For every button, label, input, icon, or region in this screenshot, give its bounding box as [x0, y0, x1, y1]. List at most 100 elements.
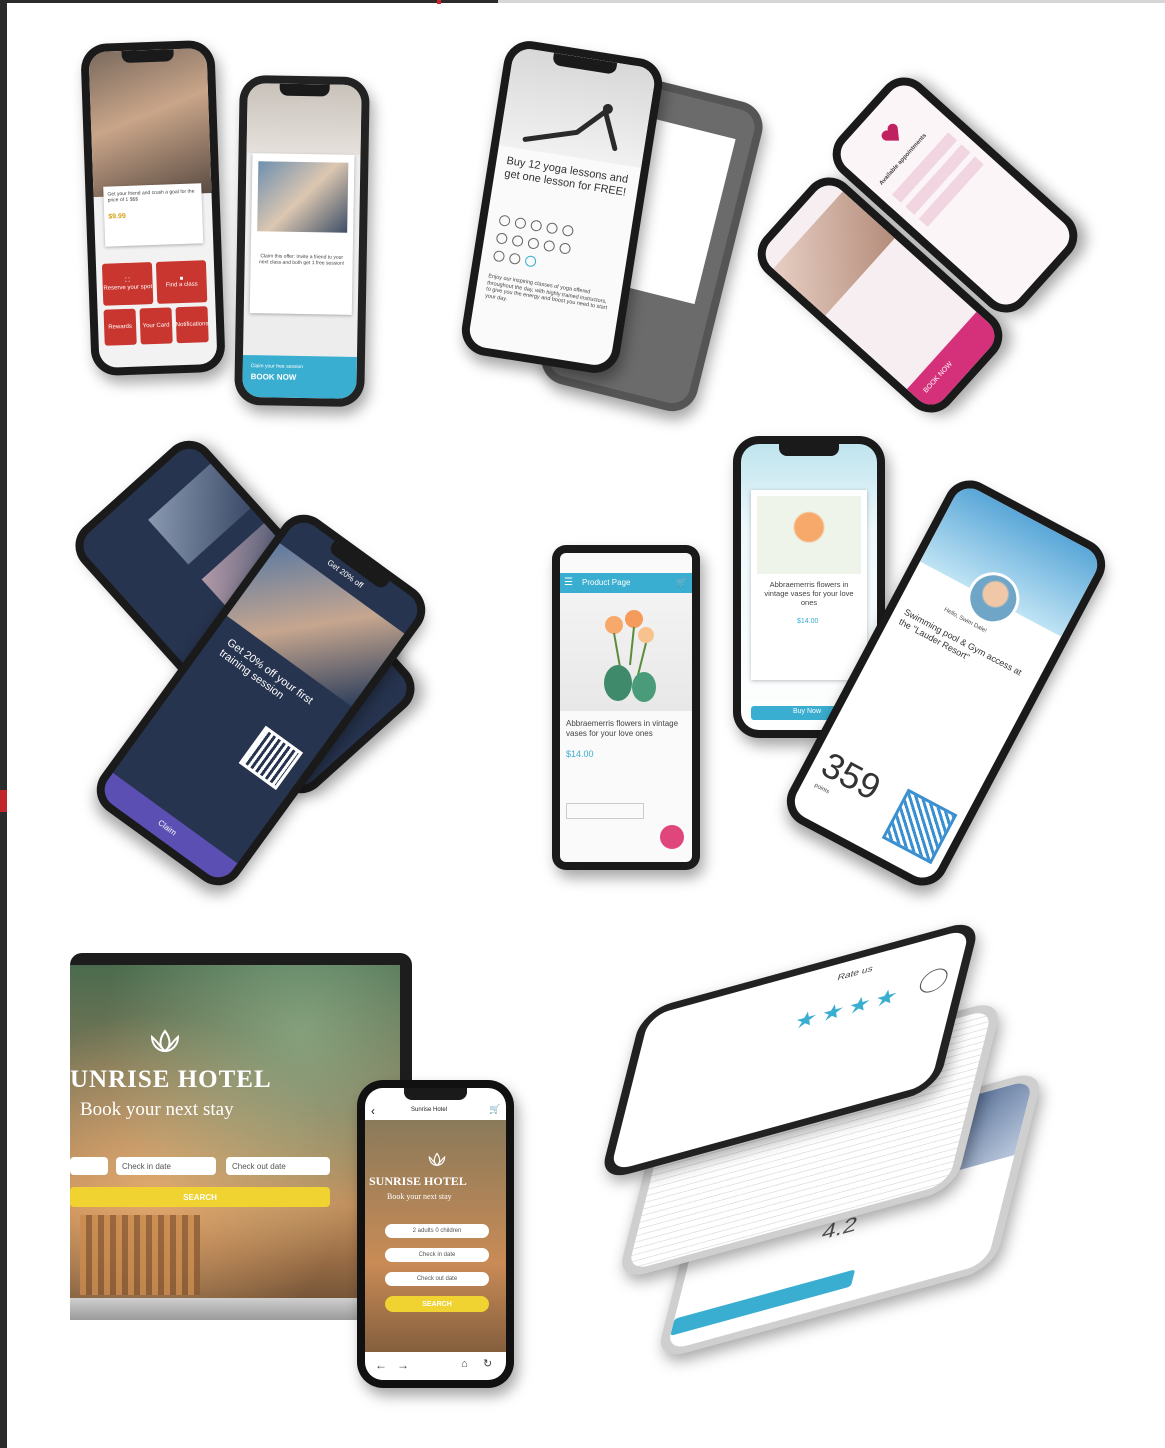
notch	[279, 83, 330, 97]
tile-label: Notifications	[175, 321, 209, 329]
product-price: $14.00	[566, 749, 594, 759]
check-out-field[interactable]: Check out date	[226, 1157, 330, 1175]
check-in-label: Check in date	[122, 1161, 171, 1171]
mobile-guests-field[interactable]: 2 adults 0 children	[385, 1224, 489, 1238]
stamp-dot	[511, 234, 524, 248]
stamp-dot	[524, 254, 537, 268]
stamp-dot	[498, 214, 511, 227]
top-bar-light	[498, 0, 1165, 3]
tile-rewards[interactable]: Rewards	[103, 308, 137, 346]
yoga-body: Enjoy our inspiring classes of yoga offe…	[484, 273, 608, 312]
spa-book-label: BOOK NOW	[922, 360, 954, 395]
stamp-dot	[542, 239, 556, 253]
hotel-brand: UNRISE HOTEL	[70, 1066, 272, 1093]
flowers-page-title: Product Page	[582, 578, 631, 587]
flowers-phone: ☰ Product Page 🛒 Abbraemerris flowers in…	[552, 545, 700, 870]
check-out-label: Check out date	[232, 1161, 286, 1171]
left-rail	[0, 0, 7, 1448]
add-to-cart-fab[interactable]	[660, 825, 684, 849]
mobile-search-button[interactable]: SEARCH	[385, 1296, 489, 1312]
gym-phone-front: Get your friend and crush a goal for the…	[80, 39, 226, 377]
flowers-appbar: ☰ Product Page 🛒	[560, 573, 692, 593]
cart-icon[interactable]: 🛒	[489, 1104, 500, 1115]
back-chevron-icon[interactable]: ‹	[371, 1104, 375, 1118]
tile-label: Reserve your spot	[103, 283, 153, 292]
back-arrow-icon[interactable]: ←	[375, 1358, 387, 1372]
stamp-dot	[508, 252, 522, 266]
forward-arrow-icon[interactable]: →	[397, 1358, 409, 1372]
gym-phone-back: Claim this offer: Invite a friend to you…	[234, 74, 370, 408]
tile-card[interactable]: Your Card	[139, 307, 173, 345]
tile-notifications[interactable]: Notifications	[175, 306, 209, 344]
stamp-dot	[558, 242, 572, 255]
stamp-dot	[561, 224, 575, 238]
mobile-check-out-field[interactable]: Check out date	[385, 1272, 489, 1286]
rating-stars-icon[interactable]: ★★★★	[791, 981, 905, 1035]
search-button[interactable]: SEARCH	[70, 1187, 330, 1207]
home-icon[interactable]: ⌂	[461, 1358, 468, 1371]
mobile-guests-label: 2 adults 0 children	[412, 1228, 462, 1234]
cart-icon[interactable]: 🛒	[676, 577, 687, 588]
quantity-stepper[interactable]	[566, 803, 644, 819]
rail-marker	[0, 790, 7, 812]
gym-photo	[88, 48, 212, 198]
deck-chair	[80, 1215, 200, 1295]
tile-find-class[interactable]: ■ Find a class	[155, 260, 208, 304]
tile-label: Find a class	[165, 281, 198, 289]
mobile-check-in-field[interactable]: Check in date	[385, 1248, 489, 1262]
heart-icon	[881, 123, 900, 141]
massage-photo	[773, 191, 895, 316]
points-value: 359	[815, 743, 888, 809]
book-now-caption: Claim your free session	[250, 363, 304, 371]
top-bar	[0, 0, 498, 3]
stamp-dot	[514, 216, 527, 230]
offer-text: Claim this offer: Invite a friend to you…	[258, 253, 345, 267]
hotel-tagline: Book your next stay	[80, 1099, 234, 1120]
hotel-phone-screen: ‹ Sunrise Hotel 🛒 SUNRISE HOTEL Book you…	[365, 1088, 506, 1380]
book-now-bar[interactable]: Claim your free session BOOK NOW	[242, 354, 357, 399]
gym-screen: Get your friend and crush a goal for the…	[88, 48, 218, 368]
notch	[121, 49, 174, 63]
top-marker	[437, 0, 441, 4]
tile-label: Rewards	[108, 323, 133, 331]
hotel-laptop-screen: UNRISE HOTEL Book your next stay Check i…	[70, 965, 400, 1307]
stamp-dot	[527, 237, 540, 250]
claim-label: Claim	[156, 818, 179, 838]
stamp-dot	[492, 249, 506, 263]
card-product-name: Abbraemerris flowers in vintage vases fo…	[764, 580, 854, 607]
qr-code	[238, 725, 304, 790]
book-now-label: BOOK NOW	[250, 372, 297, 382]
promo-price: $9.99	[108, 212, 126, 221]
offer-photo	[257, 161, 349, 233]
stamp-dot	[545, 221, 559, 235]
hotel-mobile-brand: SUNRISE HOTEL	[369, 1174, 467, 1188]
pool-qr-code	[881, 788, 958, 865]
tile-reserve[interactable]: ⛶ Reserve your spot	[101, 262, 154, 306]
tile-label: Your Card	[142, 322, 170, 330]
emoji-face-icon	[917, 965, 951, 996]
offer-screen: Claim this offer: Invite a friend to you…	[242, 83, 362, 399]
mobile-check-in-label: Check in date	[418, 1252, 456, 1258]
buy-now-label: Buy Now	[793, 708, 822, 715]
claim-button[interactable]: Claim	[97, 772, 238, 885]
guests-field[interactable]	[70, 1157, 108, 1175]
stamp-dot	[529, 219, 543, 232]
laptop-base	[70, 1298, 370, 1320]
hotel-phone: ‹ Sunrise Hotel 🛒 SUNRISE HOTEL Book you…	[357, 1080, 514, 1388]
rating-cta-bar[interactable]	[670, 1269, 856, 1336]
card-flowers-photo	[757, 496, 861, 574]
mobile-search-label: SEARCH	[422, 1300, 452, 1308]
notch	[404, 1088, 467, 1100]
menu-icon[interactable]: ☰	[564, 577, 573, 589]
search-label: SEARCH	[183, 1192, 217, 1202]
card-price: $14.00	[797, 618, 819, 625]
refresh-icon[interactable]: ↻	[483, 1358, 492, 1371]
check-in-field[interactable]: Check in date	[116, 1157, 216, 1175]
mobile-check-out-label: Check out date	[416, 1276, 458, 1282]
notch	[779, 444, 839, 456]
rate-us-title: Rate us	[836, 963, 874, 983]
hotel-mobile-tagline: Book your next stay	[387, 1192, 452, 1201]
spa-book-bar[interactable]: BOOK NOW	[906, 311, 1002, 412]
product-name: Abbraemerris flowers in vintage vases fo…	[566, 719, 679, 738]
lotus-logo-icon	[428, 1152, 446, 1167]
